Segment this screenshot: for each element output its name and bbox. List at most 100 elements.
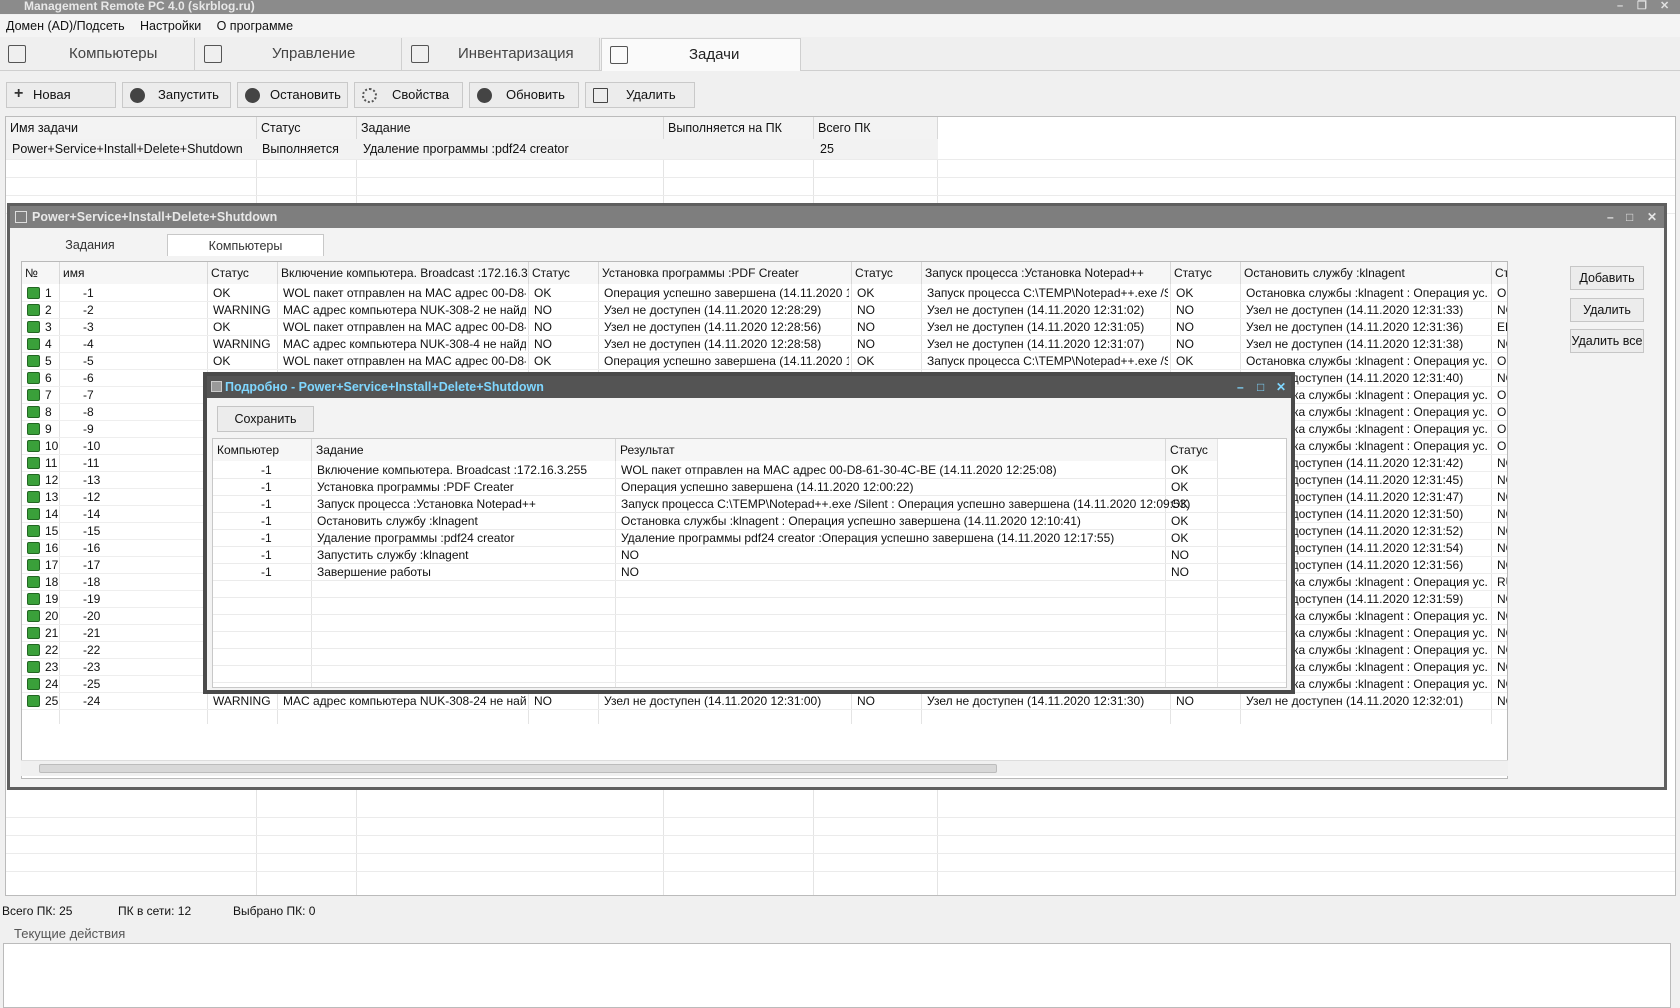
cell: NO xyxy=(857,337,875,351)
cell: MAC адрес компьютера NUK-308-24 не найд.… xyxy=(283,694,526,708)
col-status[interactable]: Статус xyxy=(257,117,357,139)
cell: NO xyxy=(534,337,552,351)
table-row[interactable]: -1 Остановить службу :klnagent Остановка с… xyxy=(213,513,1286,530)
tab-computers[interactable]: Компьютеры xyxy=(167,234,324,256)
cell: Запуск процесса C:\TEMP\Notepad++.exe /S… xyxy=(927,286,1168,300)
col-status-5[interactable]: Статус xyxy=(1492,262,1507,284)
cell: NO xyxy=(534,694,552,708)
table-row[interactable]: -1 Запустить службу :klnagent NO NO xyxy=(213,547,1286,564)
col-total[interactable]: Всего ПК xyxy=(814,117,938,139)
computer-icon xyxy=(27,372,40,384)
table-row[interactable]: -1 Установка программы :PDF Creater Операц… xyxy=(213,479,1286,496)
detail-window-title-bar[interactable]: Подробно - Power+Service+Install+Delete+… xyxy=(207,376,1291,398)
table-row[interactable]: -1 Запуск процесса :Установка Notepad++ За… xyxy=(213,496,1286,513)
table-row[interactable]: 3 -3 OK WOL пакет отправлен на MAC адрес 00… xyxy=(22,319,1507,336)
row-number: 2 xyxy=(45,303,52,317)
menu-domain[interactable]: Домен (AD)/Подсеть xyxy=(6,19,125,33)
table-row[interactable]: 4 -4 WARNING MAC адрес компьютера NUK-308-4… xyxy=(22,336,1507,353)
scrollbar-thumb[interactable] xyxy=(39,764,997,773)
col-power-on[interactable]: Включение компьютера. Broadcast :172.16.… xyxy=(278,262,529,284)
minimize-icon[interactable]: – xyxy=(1617,0,1623,12)
delete-button[interactable]: Удалить xyxy=(585,82,695,108)
col-running-on[interactable]: Выполняется на ПК xyxy=(664,117,814,139)
table-row[interactable]: 1 -1 OK WOL пакет отправлен на MAC адрес 00… xyxy=(22,285,1507,302)
table-row[interactable]: 5 -5 OK WOL пакет отправлен на MAC адрес 00… xyxy=(22,353,1507,370)
tab-tasks[interactable]: Задачи xyxy=(601,38,801,71)
col-job[interactable]: Задание xyxy=(312,439,616,461)
col-num[interactable]: № xyxy=(22,262,60,284)
cell: -14 xyxy=(83,507,101,521)
remove-all-button[interactable]: Удалить все xyxy=(1570,329,1644,353)
cell: WARNING xyxy=(213,303,271,317)
computer-icon xyxy=(27,406,40,418)
tab-inventory[interactable]: Инвентаризация xyxy=(403,38,600,71)
cell: NO xyxy=(1497,626,1507,640)
minimize-icon[interactable]: – xyxy=(1607,206,1614,228)
cell: -16 xyxy=(83,541,101,555)
cell: NO xyxy=(1497,609,1507,623)
row-number: 23 xyxy=(45,660,59,674)
maximize-icon[interactable]: □ xyxy=(1257,376,1264,398)
add-button[interactable]: Добавить xyxy=(1570,266,1644,290)
col-name[interactable]: имя xyxy=(60,262,208,284)
col-status[interactable]: Статус xyxy=(1166,439,1218,461)
row-number: 16 xyxy=(45,541,59,555)
col-install[interactable]: Установка программы :PDF Creater xyxy=(599,262,852,284)
row-number: 21 xyxy=(45,626,59,640)
close-icon[interactable]: ✕ xyxy=(1647,206,1657,228)
cell: -4 xyxy=(83,337,94,351)
col-status-2[interactable]: Статус xyxy=(529,262,599,284)
table-row[interactable]: -1 Удаление программы :pdf24 creator Удале… xyxy=(213,530,1286,547)
tab-jobs[interactable]: Задания xyxy=(14,234,166,256)
cell: OK xyxy=(213,286,231,300)
cell: -23 xyxy=(83,660,101,674)
menu-settings[interactable]: Настройки xyxy=(140,19,201,33)
col-task-name[interactable]: Имя задачи xyxy=(6,117,257,139)
current-actions-log[interactable] xyxy=(3,943,1671,1008)
cell: NO xyxy=(1497,558,1507,572)
col-job[interactable]: Задание xyxy=(357,117,664,139)
cell: -9 xyxy=(83,422,94,436)
minimize-icon[interactable]: – xyxy=(1237,376,1244,398)
col-status-3[interactable]: Статус xyxy=(852,262,922,284)
remove-button[interactable]: Удалить xyxy=(1570,298,1644,322)
col-result[interactable]: Результат xyxy=(616,439,1166,461)
detail-window: Подробно - Power+Service+Install+Delete+… xyxy=(203,372,1295,694)
cell: Остановка службы :klnagent : Операция ус… xyxy=(1246,286,1489,300)
row-number: 20 xyxy=(45,609,59,623)
tab-management[interactable]: Управление xyxy=(196,38,402,71)
menu-about[interactable]: О программе xyxy=(217,19,293,33)
cell: NO xyxy=(621,548,639,562)
row-number: 5 xyxy=(45,354,52,368)
computer-icon xyxy=(27,389,40,401)
table-row[interactable]: 2 -2 WARNING MAC адрес компьютера NUK-308-2… xyxy=(22,302,1507,319)
table-row[interactable]: 25 -24 WARNING MAC адрес компьютера NUK-308… xyxy=(22,693,1507,710)
app-title: Management Remote PC 4.0 (skrblog.ru) xyxy=(24,0,255,13)
col-process[interactable]: Запуск процесса :Установка Notepad++ xyxy=(922,262,1171,284)
run-button[interactable]: Запустить xyxy=(122,82,231,108)
col-status-4[interactable]: Статус xyxy=(1171,262,1241,284)
restore-icon[interactable]: ❐ xyxy=(1637,0,1647,12)
col-stop-service[interactable]: Остановить службу :klnagent xyxy=(1241,262,1492,284)
play-icon xyxy=(130,88,145,103)
refresh-button[interactable]: Обновить xyxy=(469,82,579,108)
table-row[interactable]: -1 Включение компьютера. Broadcast :172.1… xyxy=(213,462,1286,479)
new-task-button[interactable]: +Новая задача xyxy=(6,82,116,126)
properties-button[interactable]: Свойства xyxy=(354,82,463,108)
table-row[interactable]: Power+Service+Install+Delete+Shutdown Вы… xyxy=(6,139,938,159)
task-window-title-bar[interactable]: Power+Service+Install+Delete+Shutdown – … xyxy=(10,206,1664,228)
close-icon[interactable]: ✕ xyxy=(1660,0,1669,12)
cell: NO xyxy=(1176,694,1194,708)
col-computer[interactable]: Компьютер xyxy=(213,439,312,461)
save-list-button[interactable]: Сохранить список xyxy=(217,406,314,450)
cell: OK xyxy=(1171,514,1189,528)
maximize-icon[interactable]: □ xyxy=(1626,206,1633,228)
cell: OK xyxy=(213,354,231,368)
table-row[interactable]: -1 Завершение работы NO NO xyxy=(213,564,1286,581)
stop-button[interactable]: Остановить xyxy=(237,82,348,108)
tab-computers[interactable]: Компьютеры xyxy=(0,38,195,71)
cell: WARNING xyxy=(213,337,271,351)
horizontal-scrollbar[interactable] xyxy=(21,760,1508,776)
close-icon[interactable]: ✕ xyxy=(1276,376,1286,398)
col-status-1[interactable]: Статус xyxy=(208,262,278,284)
